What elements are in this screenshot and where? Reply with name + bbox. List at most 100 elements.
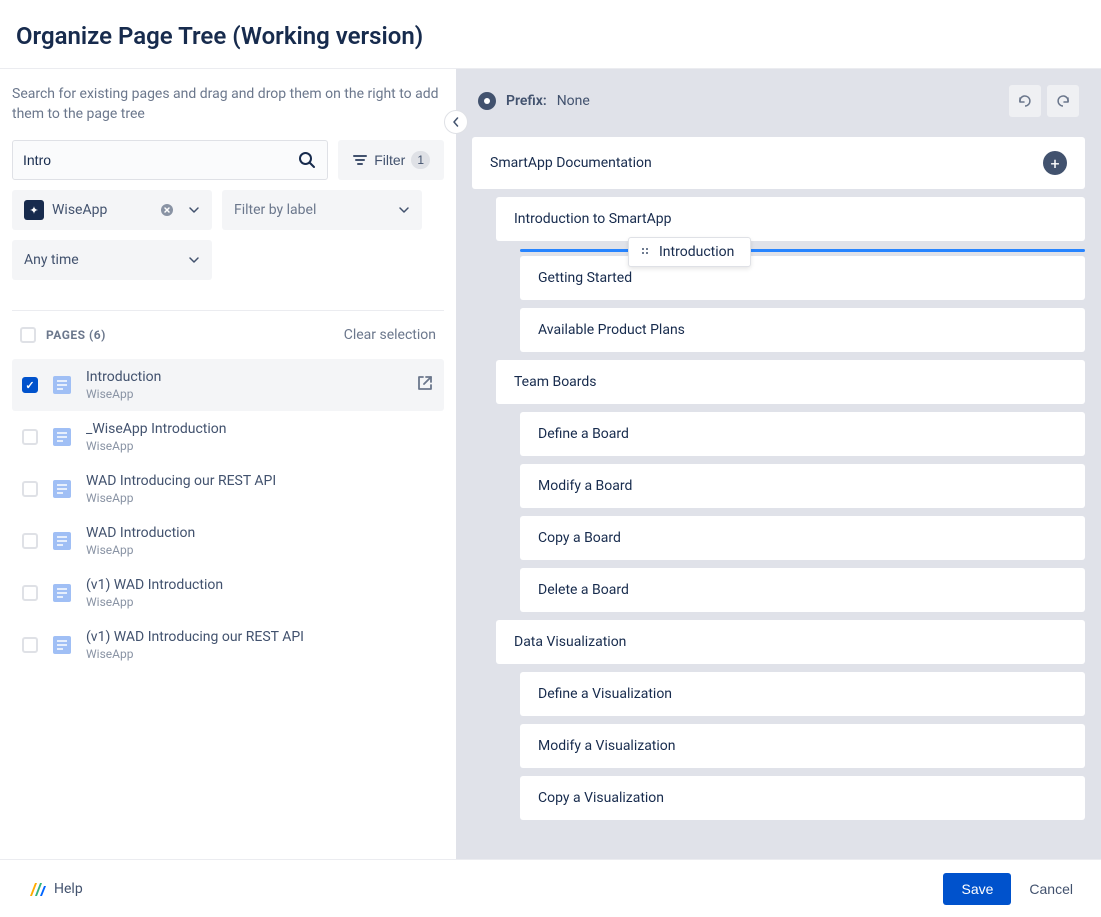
time-filter[interactable]: Any time (12, 240, 212, 280)
redo-icon (1055, 93, 1071, 109)
tree-item[interactable]: Define a Visualization (520, 672, 1085, 716)
label-placeholder: Filter by label (234, 202, 316, 218)
space-name: WiseApp (52, 202, 152, 218)
page-title: (v1) WAD Introduction (86, 577, 434, 593)
main-content: Search for existing pages and drag and d… (0, 69, 1101, 863)
tree-item[interactable]: Data Visualization (496, 620, 1085, 664)
page-info: WAD Introducing our REST API WiseApp (86, 473, 434, 505)
tree-item-label: Modify a Visualization (538, 738, 676, 754)
search-icon (297, 150, 317, 170)
open-page-icon[interactable] (416, 374, 434, 396)
select-all-checkbox[interactable] (20, 327, 36, 343)
help-text: Search for existing pages and drag and d… (12, 85, 444, 124)
chevron-down-icon (188, 254, 200, 266)
tree-item-label: Delete a Board (538, 582, 629, 598)
search-box[interactable] (12, 140, 328, 180)
filter-count-badge: 1 (411, 151, 430, 169)
tree-item[interactable]: Team Boards (496, 360, 1085, 404)
add-page-button[interactable]: + (1043, 151, 1067, 175)
tree-item-label: Copy a Visualization (538, 790, 664, 806)
filter-button[interactable]: Filter 1 (338, 140, 444, 180)
page-icon (50, 633, 74, 657)
list-header: PAGES (6) Clear selection (12, 325, 444, 345)
tree-item-label: SmartApp Documentation (490, 155, 652, 171)
space-icon: ✦ (24, 200, 44, 220)
page-item[interactable]: WAD IntroductionWiseApp (12, 515, 444, 567)
tree-item[interactable]: Available Product Plans (520, 308, 1085, 352)
tree-item-label: Introduction to SmartApp (514, 211, 671, 227)
drag-chip[interactable]: Introduction (628, 237, 751, 267)
page-item[interactable]: Introduction WiseApp (12, 359, 444, 411)
save-button[interactable]: Save (943, 873, 1011, 905)
page-checkbox[interactable] (22, 377, 38, 393)
page-space: WiseApp (86, 491, 434, 505)
page-list: IntroductionWiseApp_WiseApp Introduction… (12, 359, 444, 671)
undo-button[interactable] (1009, 85, 1041, 117)
tree-item[interactable]: Define a Board (520, 412, 1085, 456)
tree-item-label: Team Boards (514, 374, 597, 390)
divider (12, 310, 444, 311)
left-panel: Search for existing pages and drag and d… (0, 69, 456, 863)
page-space: WiseApp (86, 387, 404, 401)
tree-item-label: Getting Started (538, 270, 632, 286)
tree-item[interactable]: Delete a Board (520, 568, 1085, 612)
footer: Help Save Cancel (0, 859, 1101, 917)
prefix-label: Prefix: (506, 93, 547, 109)
page-item[interactable]: (v1) WAD Introduction WiseApp (12, 567, 444, 619)
space-filter[interactable]: ✦ WiseApp (12, 190, 212, 230)
tree-item[interactable]: SmartApp Documentation + (472, 137, 1085, 189)
page-info: (v1) WAD Introducing our REST API WiseApp (86, 629, 434, 661)
collapse-panel-button[interactable] (444, 110, 468, 134)
page-item[interactable]: WAD Introducing our REST API WiseApp (12, 463, 444, 515)
tree-item-label: Copy a Board (538, 530, 621, 546)
dialog-title: Organize Page Tree (Working version) (16, 22, 1085, 50)
time-label: Any time (24, 252, 79, 268)
tree-item[interactable]: Introduction to SmartApp (496, 197, 1085, 241)
search-input[interactable] (23, 152, 297, 168)
tree-item-label: Define a Board (538, 426, 629, 442)
help-label: Help (54, 881, 83, 897)
tree-item[interactable]: Copy a Visualization (520, 776, 1085, 820)
tree-item-label: Available Product Plans (538, 322, 685, 338)
help-link[interactable]: Help (28, 880, 83, 898)
tree-item-label: Data Visualization (514, 634, 626, 650)
chevron-down-icon (398, 204, 410, 216)
page-icon (50, 477, 74, 501)
page-checkbox[interactable] (22, 533, 38, 549)
chevron-left-icon (451, 117, 461, 127)
page-info: (v1) WAD Introduction WiseApp (86, 577, 434, 609)
page-space: WiseApp (86, 647, 434, 661)
page-title: WAD Introducing our REST API (86, 473, 434, 489)
filter-label: Filter (374, 152, 405, 168)
clear-selection-link[interactable]: Clear selection (344, 327, 436, 343)
page-checkbox[interactable] (22, 481, 38, 497)
page-checkbox[interactable] (22, 637, 38, 653)
tree-item[interactable]: Modify a Visualization (520, 724, 1085, 768)
pages-count-label: PAGES (6) (46, 328, 106, 342)
search-row: Filter 1 (12, 140, 444, 180)
clear-space-icon[interactable] (160, 203, 174, 217)
page-checkbox[interactable] (22, 585, 38, 601)
page-item[interactable]: _WiseApp IntroductionWiseApp (12, 411, 444, 463)
page-title: Introduction (86, 369, 404, 385)
label-filter[interactable]: Filter by label (222, 190, 422, 230)
prefix-value: None (557, 93, 590, 109)
page-title: (v1) WAD Introducing our REST API (86, 629, 434, 645)
page-space: WiseApp (86, 595, 434, 609)
cancel-button[interactable]: Cancel (1029, 881, 1073, 897)
page-icon (50, 425, 74, 449)
page-tree: SmartApp Documentation + Introduction to S… (472, 137, 1085, 820)
page-item[interactable]: (v1) WAD Introducing our REST API WiseApp (12, 619, 444, 671)
page-checkbox[interactable] (22, 429, 38, 445)
redo-button[interactable] (1047, 85, 1079, 117)
page-info: Introduction WiseApp (86, 369, 404, 401)
chevron-down-icon (188, 204, 200, 216)
tree-item[interactable]: Copy a Board (520, 516, 1085, 560)
tree-item[interactable]: Modify a Board (520, 464, 1085, 508)
tree-item[interactable]: Getting Started (520, 256, 1085, 300)
drop-indicator: Introduction (520, 249, 1085, 252)
page-space: WiseApp (86, 439, 434, 453)
filter-row: ✦ WiseApp Filter by label (12, 190, 444, 230)
eye-icon[interactable] (478, 92, 496, 110)
filter-icon (352, 152, 368, 168)
